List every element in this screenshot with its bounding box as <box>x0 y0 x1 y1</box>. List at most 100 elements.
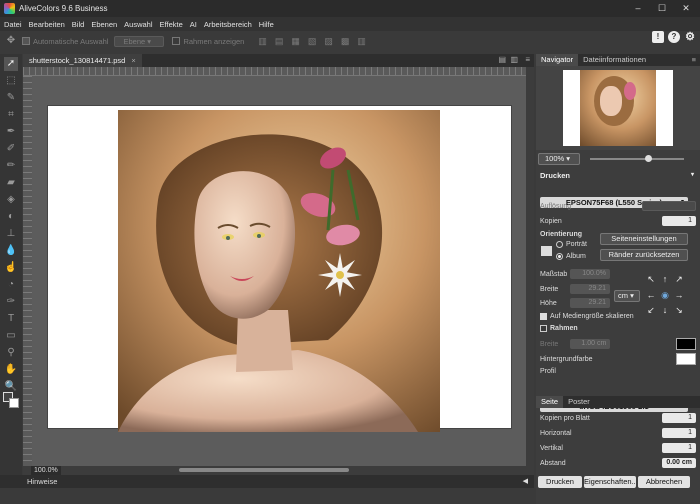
stamp-tool-icon[interactable]: ⊥ <box>4 227 18 241</box>
menu-ebenen[interactable]: Ebenen <box>91 20 117 29</box>
resolution-select[interactable] <box>642 201 696 211</box>
brush-tool-icon[interactable]: ✐ <box>4 142 18 156</box>
move-tool-icon[interactable]: ➚ <box>4 57 18 71</box>
menu-auswahl[interactable]: Auswahl <box>124 20 152 29</box>
auto-select-checkbox[interactable] <box>22 37 30 45</box>
tab-page[interactable]: Seite <box>536 396 564 408</box>
orientation-label: Orientierung <box>540 231 583 238</box>
help-icon[interactable]: ? <box>668 31 680 43</box>
navigator-preview[interactable] <box>536 66 700 150</box>
tab-poster[interactable]: Poster <box>563 396 595 408</box>
spacing-input[interactable]: 0.00 cm <box>662 458 696 468</box>
hints-bar[interactable]: Hinweise ◀ <box>0 475 534 488</box>
hints-label: Hinweise <box>27 477 58 486</box>
right-panel: Navigator Dateiinformationen ≡ 100% ▾ Dr… <box>536 54 700 504</box>
page-setup-button[interactable]: Seiteneinstellungen <box>600 233 688 245</box>
vertical-scrollbar[interactable] <box>526 67 534 466</box>
portrait-photo[interactable] <box>118 110 440 432</box>
horizontal-input[interactable]: 1 <box>662 428 696 438</box>
print-button[interactable]: Drucken <box>538 476 582 488</box>
print-section-header[interactable]: Drucken ▾ <box>536 170 700 181</box>
background-color-swatch[interactable] <box>9 398 19 408</box>
vertical-input[interactable]: 1 <box>662 443 696 453</box>
lasso-tool-icon[interactable]: ✎ <box>4 91 18 105</box>
layer-select-dropdown[interactable]: Ebene ▾ <box>114 35 165 47</box>
pencil-tool-icon[interactable]: ✏ <box>4 159 18 173</box>
menu-hilfe[interactable]: Hilfe <box>259 20 274 29</box>
maximize-button[interactable]: ☐ <box>650 0 674 17</box>
zoom-slider-thumb[interactable] <box>644 155 652 162</box>
frame-color-swatch[interactable] <box>676 338 696 350</box>
eraser-tool-icon[interactable]: ▰ <box>4 176 18 190</box>
tab-navigator[interactable]: Navigator <box>536 54 579 66</box>
hand-tool-icon[interactable]: ✋ <box>4 363 18 377</box>
portrait-label: Porträt <box>566 241 588 248</box>
document-view-icon[interactable]: ▤ <box>498 55 506 64</box>
anchor-top-right-icon[interactable]: ↗ <box>674 274 684 284</box>
feedback-icon[interactable]: ! <box>652 31 664 43</box>
cancel-button[interactable]: Abbrechen <box>638 476 690 488</box>
selection-tool-icon[interactable]: ⬚ <box>4 74 18 88</box>
reset-margins-button[interactable]: Ränder zurücksetzen <box>600 249 688 261</box>
scale-input[interactable]: 100.0% <box>570 269 610 279</box>
unit-dropdown[interactable]: cm ▾ <box>614 290 640 302</box>
panel-menu-icon[interactable]: ≡ <box>692 55 696 64</box>
gradient-tool-icon[interactable]: ◐ <box>4 210 18 224</box>
settings-gear-icon[interactable]: ⚙ <box>684 31 696 43</box>
align-icons[interactable]: ▥▤▦▧▨▩▥ <box>258 36 374 47</box>
copies-per-sheet-label: Kopien pro Blatt <box>540 414 590 422</box>
zoom-dropdown[interactable]: 100% ▾ <box>538 153 580 165</box>
text-tool-icon[interactable]: T <box>4 312 18 326</box>
fit-media-checkbox[interactable] <box>540 313 547 320</box>
menu-ai[interactable]: AI <box>190 20 197 29</box>
copies-input[interactable]: 1 <box>662 216 696 226</box>
show-frames-checkbox[interactable] <box>172 37 181 45</box>
horizontal-ruler <box>23 67 534 76</box>
anchor-left-icon[interactable]: ← <box>646 290 656 300</box>
shape-tool-icon[interactable]: ▭ <box>4 329 18 343</box>
zoom-slider[interactable] <box>590 155 684 162</box>
horizontal-scroll-thumb[interactable] <box>179 468 349 472</box>
width-input[interactable]: 29.21 <box>570 284 610 294</box>
hints-expand-icon[interactable]: ◀ <box>523 475 528 488</box>
anchor-right-icon[interactable]: → <box>674 290 684 300</box>
landscape-radio[interactable] <box>556 253 563 260</box>
print-preview-page <box>48 106 511 432</box>
anchor-top-icon[interactable]: ↑ <box>660 274 670 284</box>
tab-file-info[interactable]: Dateiinformationen <box>578 54 651 66</box>
menu-datei[interactable]: Datei <box>4 20 22 29</box>
eyedropper2-tool-icon[interactable]: ⚲ <box>4 346 18 360</box>
document-tab[interactable]: shutterstock_130814471.psd × <box>23 54 142 67</box>
document-menu-icon[interactable]: ≡ <box>525 55 530 64</box>
background-color-swatch[interactable] <box>676 353 696 365</box>
menu-arbeitsbereich[interactable]: Arbeitsbereich <box>204 20 252 29</box>
eyedropper-tool-icon[interactable]: ✒ <box>4 125 18 139</box>
close-window-button[interactable]: ✕ <box>674 0 698 17</box>
crop-tool-icon[interactable]: ⌗ <box>4 108 18 122</box>
profile-label: Profil <box>540 368 556 375</box>
properties-button[interactable]: Eigenschaften... <box>584 476 636 488</box>
anchor-top-left-icon[interactable]: ↖ <box>646 274 656 284</box>
smudge-tool-icon[interactable]: ☝ <box>4 261 18 275</box>
menu-bearbeiten[interactable]: Bearbeiten <box>29 20 65 29</box>
frame-width-input[interactable]: 1.00 cm <box>570 339 611 349</box>
frame-checkbox[interactable] <box>540 325 547 332</box>
copies-per-sheet-input[interactable]: 1 <box>662 413 696 423</box>
layer-select-value: Ebene <box>123 36 146 46</box>
document-split-icon[interactable]: ▥ <box>510 55 518 64</box>
fill-tool-icon[interactable]: ◈ <box>4 193 18 207</box>
blur-tool-icon[interactable]: 💧 <box>4 244 18 258</box>
horizontal-scrollbar[interactable]: 100.0% <box>23 466 534 475</box>
title-bar: AliveColors 9.6 Business – ☐ ✕ <box>0 0 700 17</box>
pen-tool-icon[interactable]: ✑ <box>4 295 18 309</box>
minimize-button[interactable]: – <box>626 0 650 17</box>
document-tab-close-icon[interactable]: × <box>131 56 135 65</box>
menu-effekte[interactable]: Effekte <box>160 20 183 29</box>
height-input[interactable]: 29.21 <box>570 298 610 308</box>
anchor-center-icon[interactable]: ◉ <box>660 290 670 300</box>
dodge-tool-icon[interactable]: ◔ <box>4 278 18 292</box>
canvas-area[interactable] <box>32 76 526 466</box>
spacing-label: Abstand <box>540 459 566 467</box>
portrait-radio[interactable] <box>556 241 563 248</box>
menu-bild[interactable]: Bild <box>72 20 85 29</box>
